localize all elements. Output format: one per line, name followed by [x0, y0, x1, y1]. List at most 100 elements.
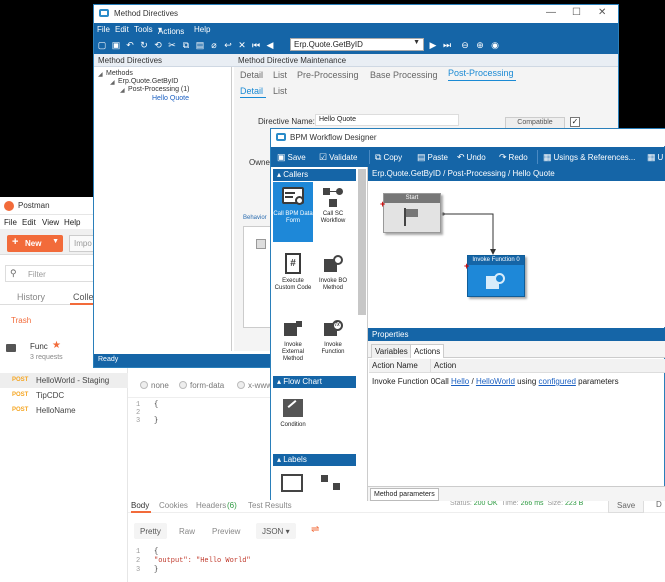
- radio-none[interactable]: [140, 381, 148, 389]
- tree-item-directive[interactable]: Hello Quote: [152, 95, 189, 102]
- usings-references-button[interactable]: ▦ Usings & References...: [543, 152, 635, 163]
- wrap-lines-icon[interactable]: ⇌: [306, 523, 325, 539]
- palette-invoke-external-method[interactable]: Invoke External Method: [273, 317, 313, 363]
- tree-item-post-processing[interactable]: Post-Processing (1): [128, 86, 189, 93]
- tree-item-methods[interactable]: Methods: [106, 70, 133, 77]
- tab-pre-processing[interactable]: Pre-Processing: [297, 70, 359, 80]
- palette-condition[interactable]: Condition: [273, 397, 313, 429]
- copy-icon[interactable]: ⧉: [181, 40, 191, 50]
- star-icon[interactable]: ★: [52, 340, 61, 351]
- method-selector[interactable]: Erp.Quote.GetByID ▼: [290, 38, 424, 51]
- tab-detail[interactable]: Detail: [240, 70, 263, 80]
- menu-help[interactable]: Help: [64, 218, 80, 227]
- request-item[interactable]: POST HelloWorld - Staging: [0, 373, 128, 388]
- tab-cookies[interactable]: Cookies: [159, 501, 188, 510]
- expand-plus-icon[interactable]: +: [380, 199, 385, 209]
- undo-icon[interactable]: ↶: [125, 40, 135, 50]
- save-button[interactable]: ▣ Save: [277, 152, 306, 163]
- more-toolbar-button[interactable]: ▦ U: [647, 152, 663, 163]
- clear-icon[interactable]: ⟲: [153, 40, 163, 50]
- nav-forward-icon[interactable]: ⊕: [475, 40, 485, 50]
- tab-base-processing[interactable]: Base Processing: [370, 70, 438, 80]
- json-format-select[interactable]: JSON ▾: [256, 523, 296, 539]
- validate-button[interactable]: ☑ Validate: [319, 152, 357, 163]
- request-item[interactable]: POST HelloName: [0, 403, 128, 418]
- label-note-icon[interactable]: [281, 474, 303, 492]
- tab-history[interactable]: History: [17, 292, 45, 302]
- new-icon[interactable]: ▢: [97, 40, 107, 50]
- request-item[interactable]: POST TipCDC: [0, 388, 128, 403]
- enabled-checkbox[interactable]: ✓: [570, 117, 580, 127]
- collapse-icon[interactable]: ◢: [98, 71, 103, 78]
- trash-link[interactable]: Trash: [11, 316, 31, 325]
- tab-list[interactable]: List: [273, 70, 287, 80]
- palette-execute-custom-code[interactable]: # Execute Custom Code: [273, 253, 313, 292]
- stop-icon[interactable]: ◉: [490, 40, 500, 50]
- first-record-icon[interactable]: ⏮: [251, 40, 261, 50]
- menu-edit[interactable]: Edit: [115, 25, 129, 34]
- subtab-list[interactable]: List: [273, 86, 287, 96]
- minimize-icon[interactable]: —: [546, 7, 556, 18]
- tab-collections[interactable]: Colle: [73, 292, 94, 302]
- radio-form-data[interactable]: [179, 381, 187, 389]
- subtab-detail[interactable]: Detail: [240, 86, 263, 96]
- palette-invoke-bo-method[interactable]: Invoke BO Method: [313, 253, 353, 292]
- prev-record-icon[interactable]: ◀: [265, 40, 275, 50]
- preview-button[interactable]: Preview: [206, 523, 247, 539]
- collapse-icon[interactable]: ◢: [110, 79, 115, 86]
- menu-edit[interactable]: Edit: [22, 218, 36, 227]
- redo-button[interactable]: ↷ Redo: [499, 152, 528, 163]
- collapse-icon[interactable]: ◢: [120, 87, 125, 94]
- column-header-action-name[interactable]: Action Name: [369, 359, 431, 373]
- undo-button[interactable]: ↶ Undo: [457, 152, 486, 163]
- expand-plus-icon[interactable]: +: [464, 261, 469, 271]
- palette-call-sc-workflow[interactable]: Call SC Workflow: [313, 186, 353, 225]
- pretty-button[interactable]: Pretty: [134, 523, 167, 539]
- last-record-icon[interactable]: ⏭: [442, 40, 452, 50]
- download-button[interactable]: D: [656, 500, 662, 509]
- back-icon[interactable]: ↩: [223, 40, 233, 50]
- nav-back-icon[interactable]: ⊖: [460, 40, 470, 50]
- tree-item-method[interactable]: Erp.Quote.GetByID: [118, 78, 178, 85]
- radio-urlencoded[interactable]: [237, 381, 245, 389]
- menu-help[interactable]: Help: [194, 25, 210, 34]
- tab-body[interactable]: Body: [131, 501, 149, 510]
- paste-icon[interactable]: ▤: [195, 40, 205, 50]
- tab-variables[interactable]: Variables: [371, 344, 412, 358]
- library-link[interactable]: Hello: [451, 377, 469, 386]
- tab-actions[interactable]: Actions: [410, 344, 445, 358]
- menu-file[interactable]: File: [97, 25, 110, 34]
- menu-view[interactable]: View: [42, 218, 59, 227]
- flow-chart-header[interactable]: ▴ Flow Chart: [273, 376, 356, 388]
- menu-file[interactable]: File: [4, 218, 17, 227]
- connector-icon[interactable]: [321, 475, 341, 491]
- palette-call-bpm-data-form[interactable]: Call BPM Data Form: [273, 182, 313, 242]
- raw-button[interactable]: Raw: [173, 523, 202, 539]
- maximize-icon[interactable]: ☐: [572, 7, 581, 18]
- menu-tools[interactable]: Tools: [134, 25, 153, 34]
- caret-down-icon[interactable]: ▼: [52, 238, 59, 245]
- directive-name-field[interactable]: Hello Quote: [315, 114, 459, 126]
- save-icon[interactable]: ▣: [111, 40, 121, 50]
- copy-button[interactable]: ⧉ Copy: [375, 152, 402, 163]
- labels-header[interactable]: ▴ Labels: [273, 454, 356, 466]
- response-body[interactable]: 1 { 2 "output": "Hello World" 3 }: [128, 545, 665, 582]
- paste-button[interactable]: ▤ Paste: [417, 152, 448, 163]
- function-link[interactable]: HelloWorld: [476, 377, 515, 386]
- start-node[interactable]: Start +: [380, 193, 441, 233]
- palette-invoke-function[interactable]: fx Invoke Function: [313, 317, 353, 356]
- tab-method-parameters[interactable]: Method parameters: [370, 488, 439, 501]
- new-button[interactable]: + New ▼: [7, 235, 63, 252]
- attach-icon[interactable]: ⌀: [209, 40, 219, 50]
- invoke-function-node[interactable]: Invoke Function 0 +: [464, 255, 525, 297]
- tab-post-processing[interactable]: Post-Processing: [448, 68, 514, 78]
- close-icon[interactable]: ✕: [598, 7, 606, 18]
- tab-headers[interactable]: Headers: [196, 501, 226, 510]
- next-record-icon[interactable]: ▶: [428, 40, 438, 50]
- menu-actions[interactable]: Actions ▾: [158, 25, 184, 36]
- refresh-icon[interactable]: ↻: [139, 40, 149, 50]
- cut-icon[interactable]: ✂: [167, 40, 177, 50]
- tab-test-results[interactable]: Test Results: [248, 501, 292, 510]
- parameters-link[interactable]: configured: [539, 377, 576, 386]
- callers-header[interactable]: ▴ Callers: [273, 169, 356, 181]
